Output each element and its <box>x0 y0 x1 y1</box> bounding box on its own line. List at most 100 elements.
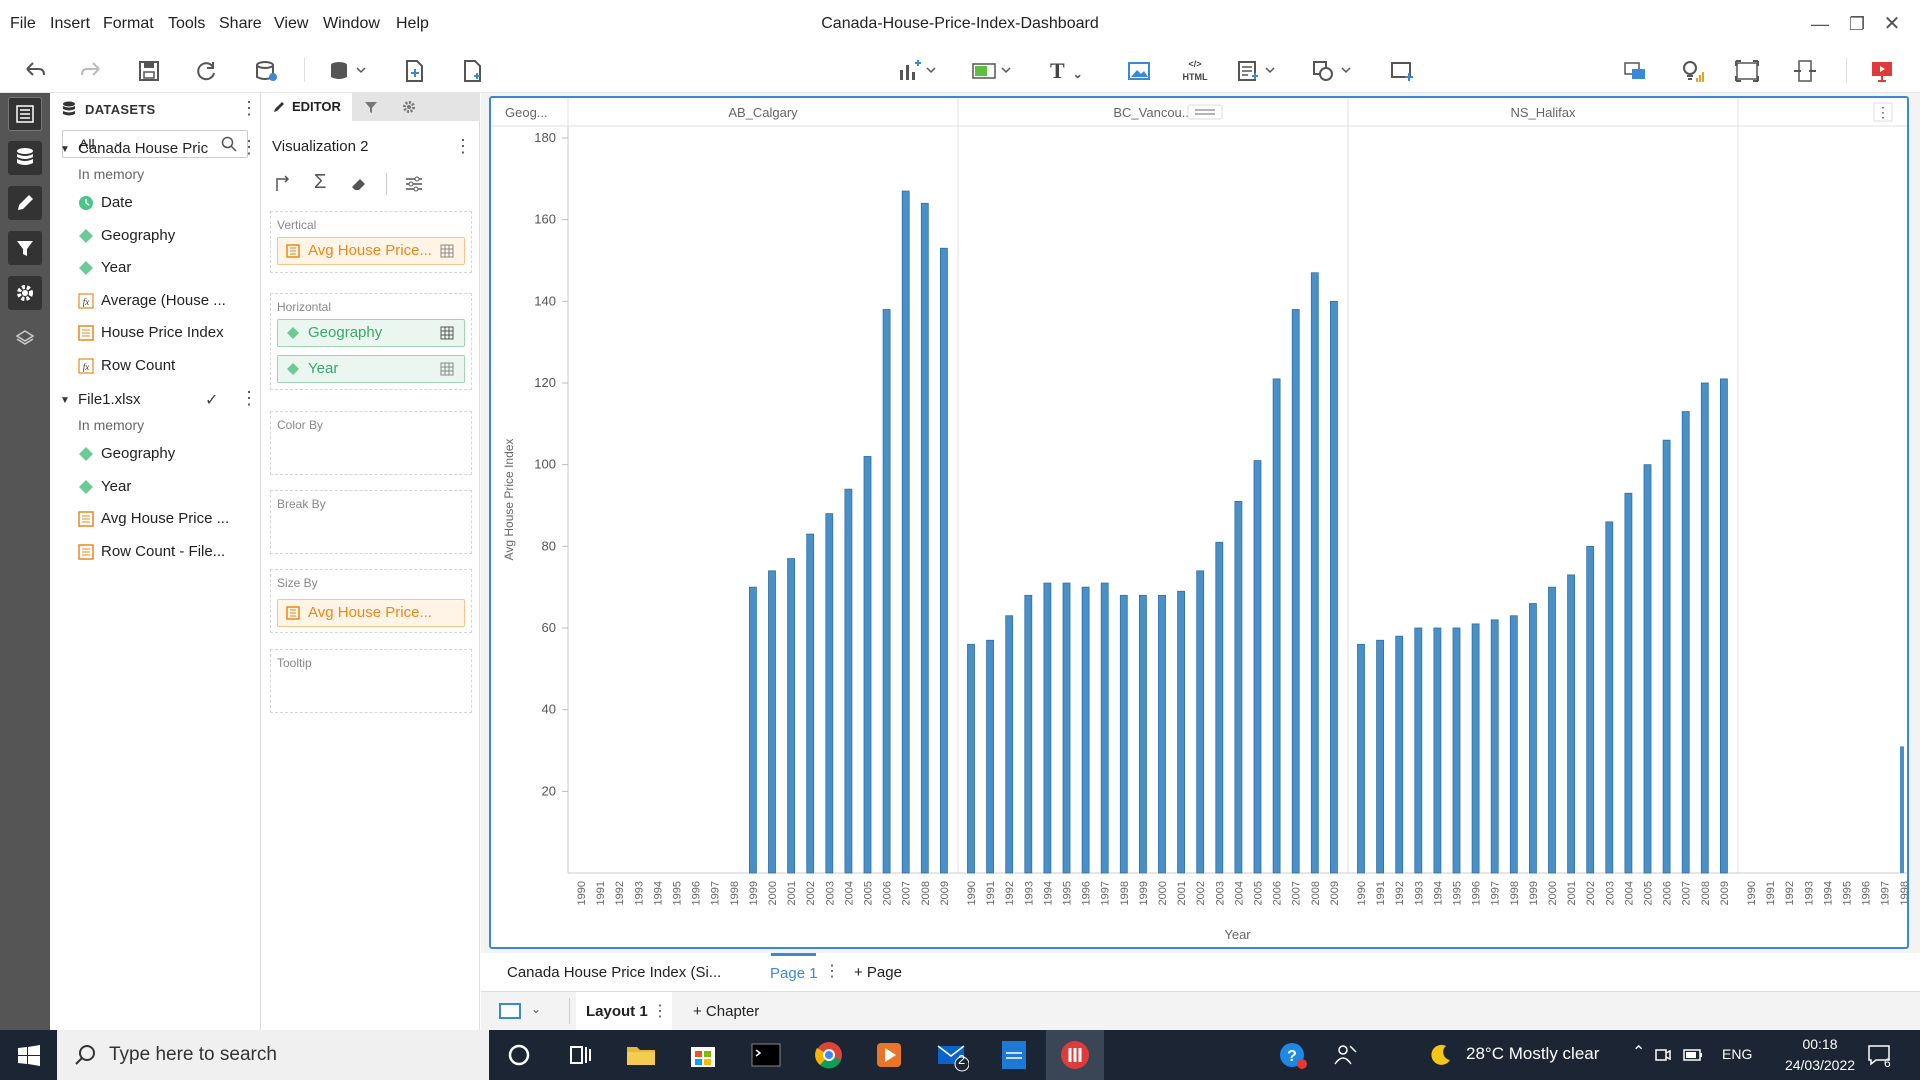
close-icon[interactable]: ✕ <box>1880 12 1904 36</box>
bar[interactable] <box>1005 615 1014 874</box>
bar[interactable] <box>1043 582 1052 874</box>
bar[interactable] <box>1215 541 1224 874</box>
eraser-icon[interactable] <box>350 175 368 193</box>
bar[interactable] <box>1624 492 1633 874</box>
bar[interactable] <box>967 643 975 874</box>
add-page-button[interactable]: + Page <box>854 964 902 981</box>
bar[interactable] <box>748 586 757 874</box>
size-by-pill[interactable]: Avg House Price... <box>277 599 465 627</box>
bar[interactable] <box>1700 382 1709 874</box>
add-chapter-button[interactable]: + Chapter <box>693 1003 759 1020</box>
shapes-icon[interactable] <box>1310 58 1356 84</box>
windows-start-icon[interactable] <box>18 1045 40 1067</box>
sliders-icon[interactable] <box>404 175 424 193</box>
bar[interactable] <box>882 309 891 874</box>
bar[interactable] <box>939 247 948 874</box>
bar[interactable] <box>1139 594 1147 874</box>
bar[interactable] <box>1433 627 1442 874</box>
bar[interactable] <box>1062 582 1071 874</box>
file-explorer-icon[interactable] <box>624 1038 658 1072</box>
menu-file[interactable]: File <box>10 0 36 48</box>
bar[interactable] <box>1490 619 1499 874</box>
dataset-field[interactable]: House Price Index <box>101 324 251 341</box>
dataset-more-icon[interactable]: ⋮ <box>240 388 258 409</box>
break-by-shelf[interactable]: Break By <box>270 490 472 554</box>
menu-view[interactable]: View <box>274 0 308 48</box>
dataset-field[interactable]: Date <box>101 194 251 211</box>
add-container-icon[interactable] <box>1389 58 1415 84</box>
pill-menu-icon[interactable] <box>440 326 454 340</box>
bar[interactable] <box>1310 272 1319 874</box>
page-tab-active[interactable]: Page 1 <box>770 965 818 982</box>
layers-front-icon[interactable] <box>1622 58 1648 84</box>
dataset-field[interactable]: Geography <box>101 227 251 244</box>
bar[interactable] <box>1452 627 1461 874</box>
restore-icon[interactable]: ❐ <box>1845 12 1869 36</box>
dataset-field[interactable]: Geography <box>101 445 251 462</box>
bar[interactable] <box>1234 501 1243 874</box>
panel-header[interactable]: BC_Vancou... <box>1113 105 1192 120</box>
dataset-field[interactable]: Average (House ... <box>101 292 251 309</box>
bar[interactable] <box>863 456 872 874</box>
chevron-down-icon[interactable]: ⌄ <box>531 1002 541 1016</box>
swap-axes-icon[interactable] <box>274 175 292 193</box>
database-settings-icon[interactable] <box>253 58 279 84</box>
bar[interactable] <box>1119 594 1128 874</box>
bar[interactable] <box>1196 570 1205 874</box>
size-by-shelf[interactable]: Size By Avg House Price... <box>270 569 472 633</box>
filter-icon[interactable] <box>364 100 378 114</box>
insights-icon[interactable] <box>1677 58 1707 84</box>
minimize-icon[interactable]: — <box>1808 12 1832 36</box>
settings-gear-icon[interactable] <box>8 276 42 310</box>
store-icon[interactable] <box>686 1038 720 1072</box>
bar[interactable] <box>1605 521 1614 874</box>
pill-menu-icon[interactable] <box>440 244 454 258</box>
bar[interactable] <box>1376 639 1384 874</box>
bar[interactable] <box>1024 594 1033 874</box>
menu-format[interactable]: Format <box>103 0 154 48</box>
visualization[interactable]: Geog... AB_Calgary BC_Vancou... NS_Halifax ⋮… <box>489 96 1909 949</box>
bar[interactable] <box>920 202 929 874</box>
clock-time[interactable]: 00:18 <box>1790 1036 1850 1052</box>
bar-chart[interactable]: Geog... AB_Calgary BC_Vancou... NS_Halifax ⋮… <box>491 98 1907 947</box>
sum-icon[interactable]: Σ <box>314 171 326 194</box>
new-document-icon[interactable] <box>459 58 485 84</box>
menu-insert[interactable]: Insert <box>50 0 90 48</box>
redo-icon[interactable] <box>78 58 104 84</box>
bar[interactable] <box>844 488 853 874</box>
bar[interactable] <box>1253 460 1262 874</box>
bar[interactable] <box>1586 545 1595 874</box>
bar[interactable] <box>1291 309 1300 874</box>
pill-menu-icon[interactable] <box>440 362 454 376</box>
bar[interactable] <box>825 513 834 874</box>
page-more-icon[interactable]: ⋮ <box>824 961 840 981</box>
color-picker-icon[interactable] <box>970 58 1016 84</box>
panel-header[interactable]: NS_Halifax <box>1510 105 1576 120</box>
yellowfin-app-icon[interactable] <box>1058 1038 1092 1072</box>
bar[interactable] <box>1330 300 1338 874</box>
menu-help[interactable]: Help <box>396 0 429 48</box>
bar[interactable] <box>787 558 796 874</box>
bar[interactable] <box>1720 378 1728 874</box>
task-view-icon[interactable] <box>563 1038 597 1072</box>
bar[interactable] <box>901 190 910 874</box>
save-icon[interactable] <box>136 58 162 84</box>
device-layout-icon[interactable] <box>499 1003 521 1021</box>
expand-triangle-icon[interactable]: ▼ <box>60 395 70 406</box>
pages-icon[interactable] <box>8 97 42 131</box>
bar[interactable] <box>1272 378 1281 874</box>
horizontal-shelf[interactable]: Horizontal Geography Year <box>270 293 472 390</box>
fit-screen-icon[interactable] <box>1733 58 1761 84</box>
filter-control-icon[interactable] <box>1236 58 1280 84</box>
expand-triangle-icon[interactable]: ▼ <box>60 144 70 155</box>
datasets-more-icon[interactable]: ⋮ <box>240 98 258 119</box>
filter-icon[interactable] <box>8 231 42 265</box>
clock-date[interactable]: 24/03/2022 <box>1768 1057 1872 1073</box>
bar[interactable] <box>1509 615 1518 874</box>
present-icon[interactable] <box>1869 58 1895 84</box>
dataset-field[interactable]: Row Count - File... <box>101 543 251 560</box>
battery-icon[interactable] <box>1683 1046 1703 1064</box>
layout-more-icon[interactable]: ⋮ <box>652 1001 668 1021</box>
language-indicator[interactable]: ENG <box>1722 1046 1752 1062</box>
bar[interactable] <box>1567 574 1575 874</box>
